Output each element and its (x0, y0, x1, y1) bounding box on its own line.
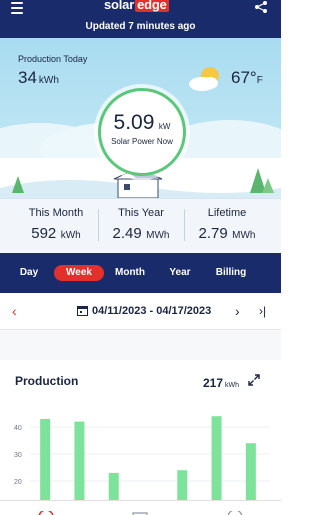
power-value: 5.09 kW (101, 111, 183, 135)
tab-week[interactable]: Week (54, 265, 104, 281)
y-tick-label: 30 (14, 452, 22, 459)
power-unit: kW (158, 122, 171, 131)
last-period-icon[interactable]: ›| (259, 303, 266, 319)
production-stats: This Month 592 kWh This Year 2.49 MWh Li… (0, 198, 281, 253)
tab-year[interactable]: Year (163, 265, 197, 281)
power-number: 5.09 (113, 111, 155, 134)
date-range-bar: ‹ 04/11/2023 - 04/17/2023 › ›| (0, 293, 281, 330)
stat-lifetime: Lifetime 2.79 MWh (192, 207, 262, 243)
stat-label: This Year (118, 207, 164, 219)
hero-panel: Production Today 34 kWh 67°F 5.09 kW Sola… (0, 38, 281, 198)
production-today-number: 34 (18, 68, 37, 87)
logo-solar-text: solar (104, 0, 135, 12)
expand-icon[interactable] (247, 373, 261, 387)
last-updated-text: Updated 7 minutes ago (85, 21, 196, 32)
stat-unit: MWh (232, 230, 256, 241)
next-period-chevron-icon[interactable]: › (235, 303, 240, 319)
production-card-title: Production (15, 374, 79, 388)
solar-power-now-gauge[interactable]: 5.09 kW Solar Power Now (98, 88, 186, 176)
solaredge-logo: solar edge (104, 0, 169, 12)
production-card-total: 217 kWh (203, 374, 239, 392)
logo-edge-text: edge (135, 0, 169, 12)
temperature-unit: F (256, 75, 263, 86)
share-icon[interactable] (254, 0, 268, 14)
power-label: Solar Power Now (111, 137, 173, 146)
calendar-icon[interactable] (77, 305, 88, 316)
date-range-text[interactable]: 04/11/2023 - 04/17/2023 (92, 305, 211, 317)
bottom-navigation-bar (0, 500, 281, 515)
tab-month[interactable]: Month (110, 265, 150, 281)
production-today-value: 34 kWh (18, 68, 59, 88)
stat-label: This Month (28, 207, 84, 219)
production-today-label: Production Today (18, 54, 88, 64)
production-today-unit: kWh (38, 75, 59, 86)
stat-this-month: This Month 592 kWh (22, 207, 90, 243)
stat-value: 2.79 (198, 225, 228, 242)
stat-this-year: This Year 2.49 MWh (106, 207, 176, 243)
temperature-value: 67°F (231, 68, 263, 88)
tab-day[interactable]: Day (12, 265, 46, 281)
tab-billing[interactable]: Billing (210, 265, 252, 281)
production-bar-chart: 40302010 (14, 416, 270, 515)
app-header: solar edge Updated 7 minutes ago (0, 0, 281, 38)
production-card: Production 217kWh 40302010 (0, 360, 281, 515)
dashboard-nav-icon[interactable] (38, 511, 54, 515)
production-total-number: 217 (203, 376, 224, 390)
stat-divider (98, 209, 99, 241)
stat-unit: kWh (60, 230, 81, 241)
y-tick-label: 20 (14, 479, 22, 486)
profile-nav-icon[interactable] (227, 511, 243, 515)
previous-period-chevron-icon[interactable]: ‹ (12, 303, 17, 319)
hamburger-menu-icon[interactable] (11, 2, 25, 14)
stat-value: 592 (31, 225, 57, 242)
stat-divider (184, 209, 185, 241)
period-tabs: Day Week Month Year Billing (0, 253, 281, 293)
production-total-unit: kWh (225, 382, 240, 389)
temperature-number: 67° (231, 68, 257, 87)
partly-sunny-icon (189, 67, 219, 91)
y-tick-label: 40 (14, 425, 22, 432)
stat-label: Lifetime (207, 207, 247, 219)
stat-unit: MWh (146, 230, 170, 241)
stat-value: 2.49 (112, 225, 142, 242)
content-area: Production 217kWh 40302010 (0, 330, 281, 515)
